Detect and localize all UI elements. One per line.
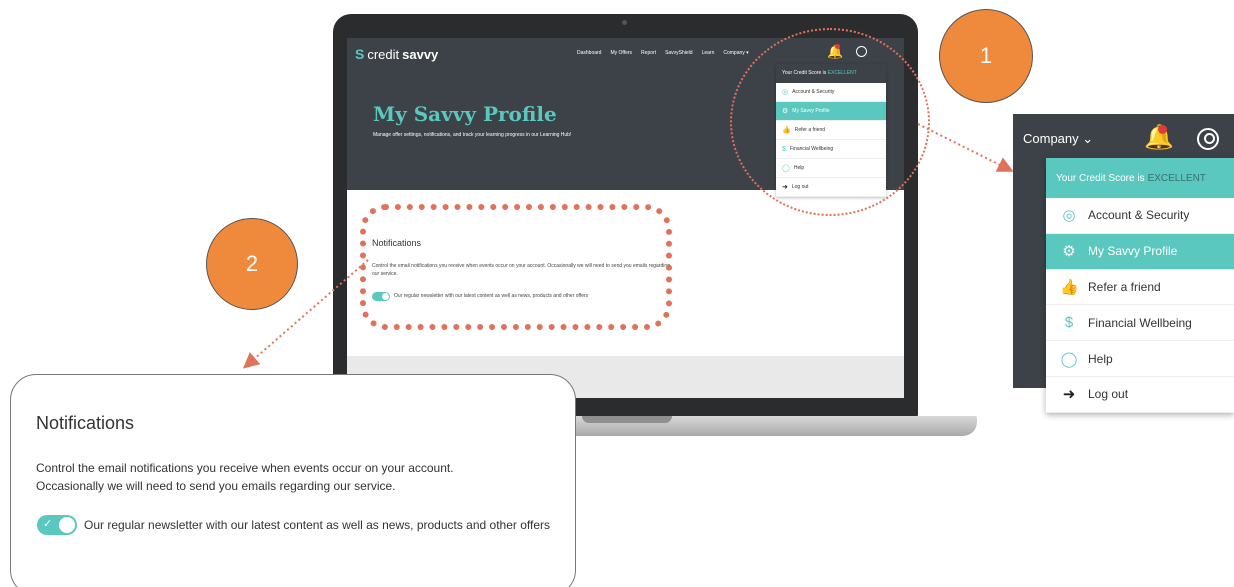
menu-item-label: Account & Security xyxy=(1088,208,1190,223)
menu-item-label: Help xyxy=(1088,351,1113,366)
menu-item-help[interactable]: ◯ Help xyxy=(1046,341,1234,377)
laptop-notch xyxy=(582,416,672,423)
menu-item-account-security[interactable]: ◎ Account & Security xyxy=(1046,198,1234,234)
nav-my-offers[interactable]: My Offers xyxy=(610,50,632,56)
camera-dot xyxy=(622,20,627,25)
page-title: My Savvy Profile xyxy=(373,102,557,126)
gear-icon: ⚙ xyxy=(1062,243,1076,261)
description-line-1: Control the email notifications you rece… xyxy=(36,461,454,475)
logo-mark-icon: S xyxy=(355,46,365,62)
logo-text-prefix: credit xyxy=(367,46,400,62)
speech-bubble-icon: ◯ xyxy=(1060,350,1078,368)
menu-item-my-savvy-profile[interactable]: ⚙ My Savvy Profile xyxy=(1046,233,1234,270)
newsletter-toggle[interactable] xyxy=(37,515,77,535)
nav-learn[interactable]: Learn xyxy=(702,50,715,56)
credit-score-banner: Your Credit Score is EXCELLENT xyxy=(1046,158,1234,198)
nav-company[interactable]: Company ▾ xyxy=(723,50,748,56)
step-badge-1: 1 xyxy=(939,9,1033,103)
menu-item-label: Refer a friend xyxy=(1088,279,1161,294)
notifications-title: Notifications xyxy=(36,413,135,433)
user-circle-icon[interactable] xyxy=(1197,128,1219,150)
logo-text-suffix: savvy xyxy=(402,46,439,62)
nav-savvyshield[interactable]: SavvyShield xyxy=(665,50,693,56)
credit-score-prefix: Your Credit Score is xyxy=(1056,172,1145,184)
menu-item-label: Financial Wellbeing xyxy=(1088,315,1192,330)
zoomed-notifications: Notifications Control the email notifica… xyxy=(10,374,576,587)
thumbs-up-icon: 👍 xyxy=(1060,278,1079,296)
creditsavvy-logo[interactable]: S credit savvy xyxy=(355,46,438,62)
highlight-notifications xyxy=(360,204,672,330)
highlight-menu xyxy=(730,28,930,216)
notification-dot xyxy=(1158,125,1167,134)
user-circle-icon: ◎ xyxy=(1062,207,1076,225)
bell-icon[interactable]: 🔔 xyxy=(1144,123,1174,152)
newsletter-label: Our regular newsletter with our latest c… xyxy=(84,518,551,532)
menu-item-label: Log out xyxy=(1088,387,1129,402)
page-subtitle: Manage offer settings, notifications, an… xyxy=(373,132,572,138)
step-badge-2: 2 xyxy=(206,218,298,310)
menu-item-logout[interactable]: ➜ Log out xyxy=(1046,377,1234,413)
credit-score-value: EXCELLENT xyxy=(1147,172,1206,184)
nav-dashboard[interactable]: Dashboard xyxy=(577,50,601,56)
zoomed-account-dropdown: Your Credit Score is EXCELLENT ◎ Account &… xyxy=(1046,158,1234,413)
notifications-description: Control the email notifications you rece… xyxy=(36,459,556,495)
nav-report[interactable]: Report xyxy=(641,50,656,56)
logout-icon: ➜ xyxy=(1062,386,1076,404)
arrow-to-menu-zoom xyxy=(917,123,1014,172)
main-nav: Dashboard My Offers Report SavvyShield L… xyxy=(577,50,749,56)
description-line-2: Occasionally we will need to send you em… xyxy=(36,479,396,493)
menu-item-label: My Savvy Profile xyxy=(1088,244,1178,259)
menu-item-financial-wellbeing[interactable]: $ Financial Wellbeing xyxy=(1046,305,1234,342)
hand-dollar-icon: $ xyxy=(1064,314,1074,332)
menu-item-refer-friend[interactable]: 👍 Refer a friend xyxy=(1046,270,1234,306)
company-menu[interactable]: Company ⌄ xyxy=(1023,131,1093,147)
